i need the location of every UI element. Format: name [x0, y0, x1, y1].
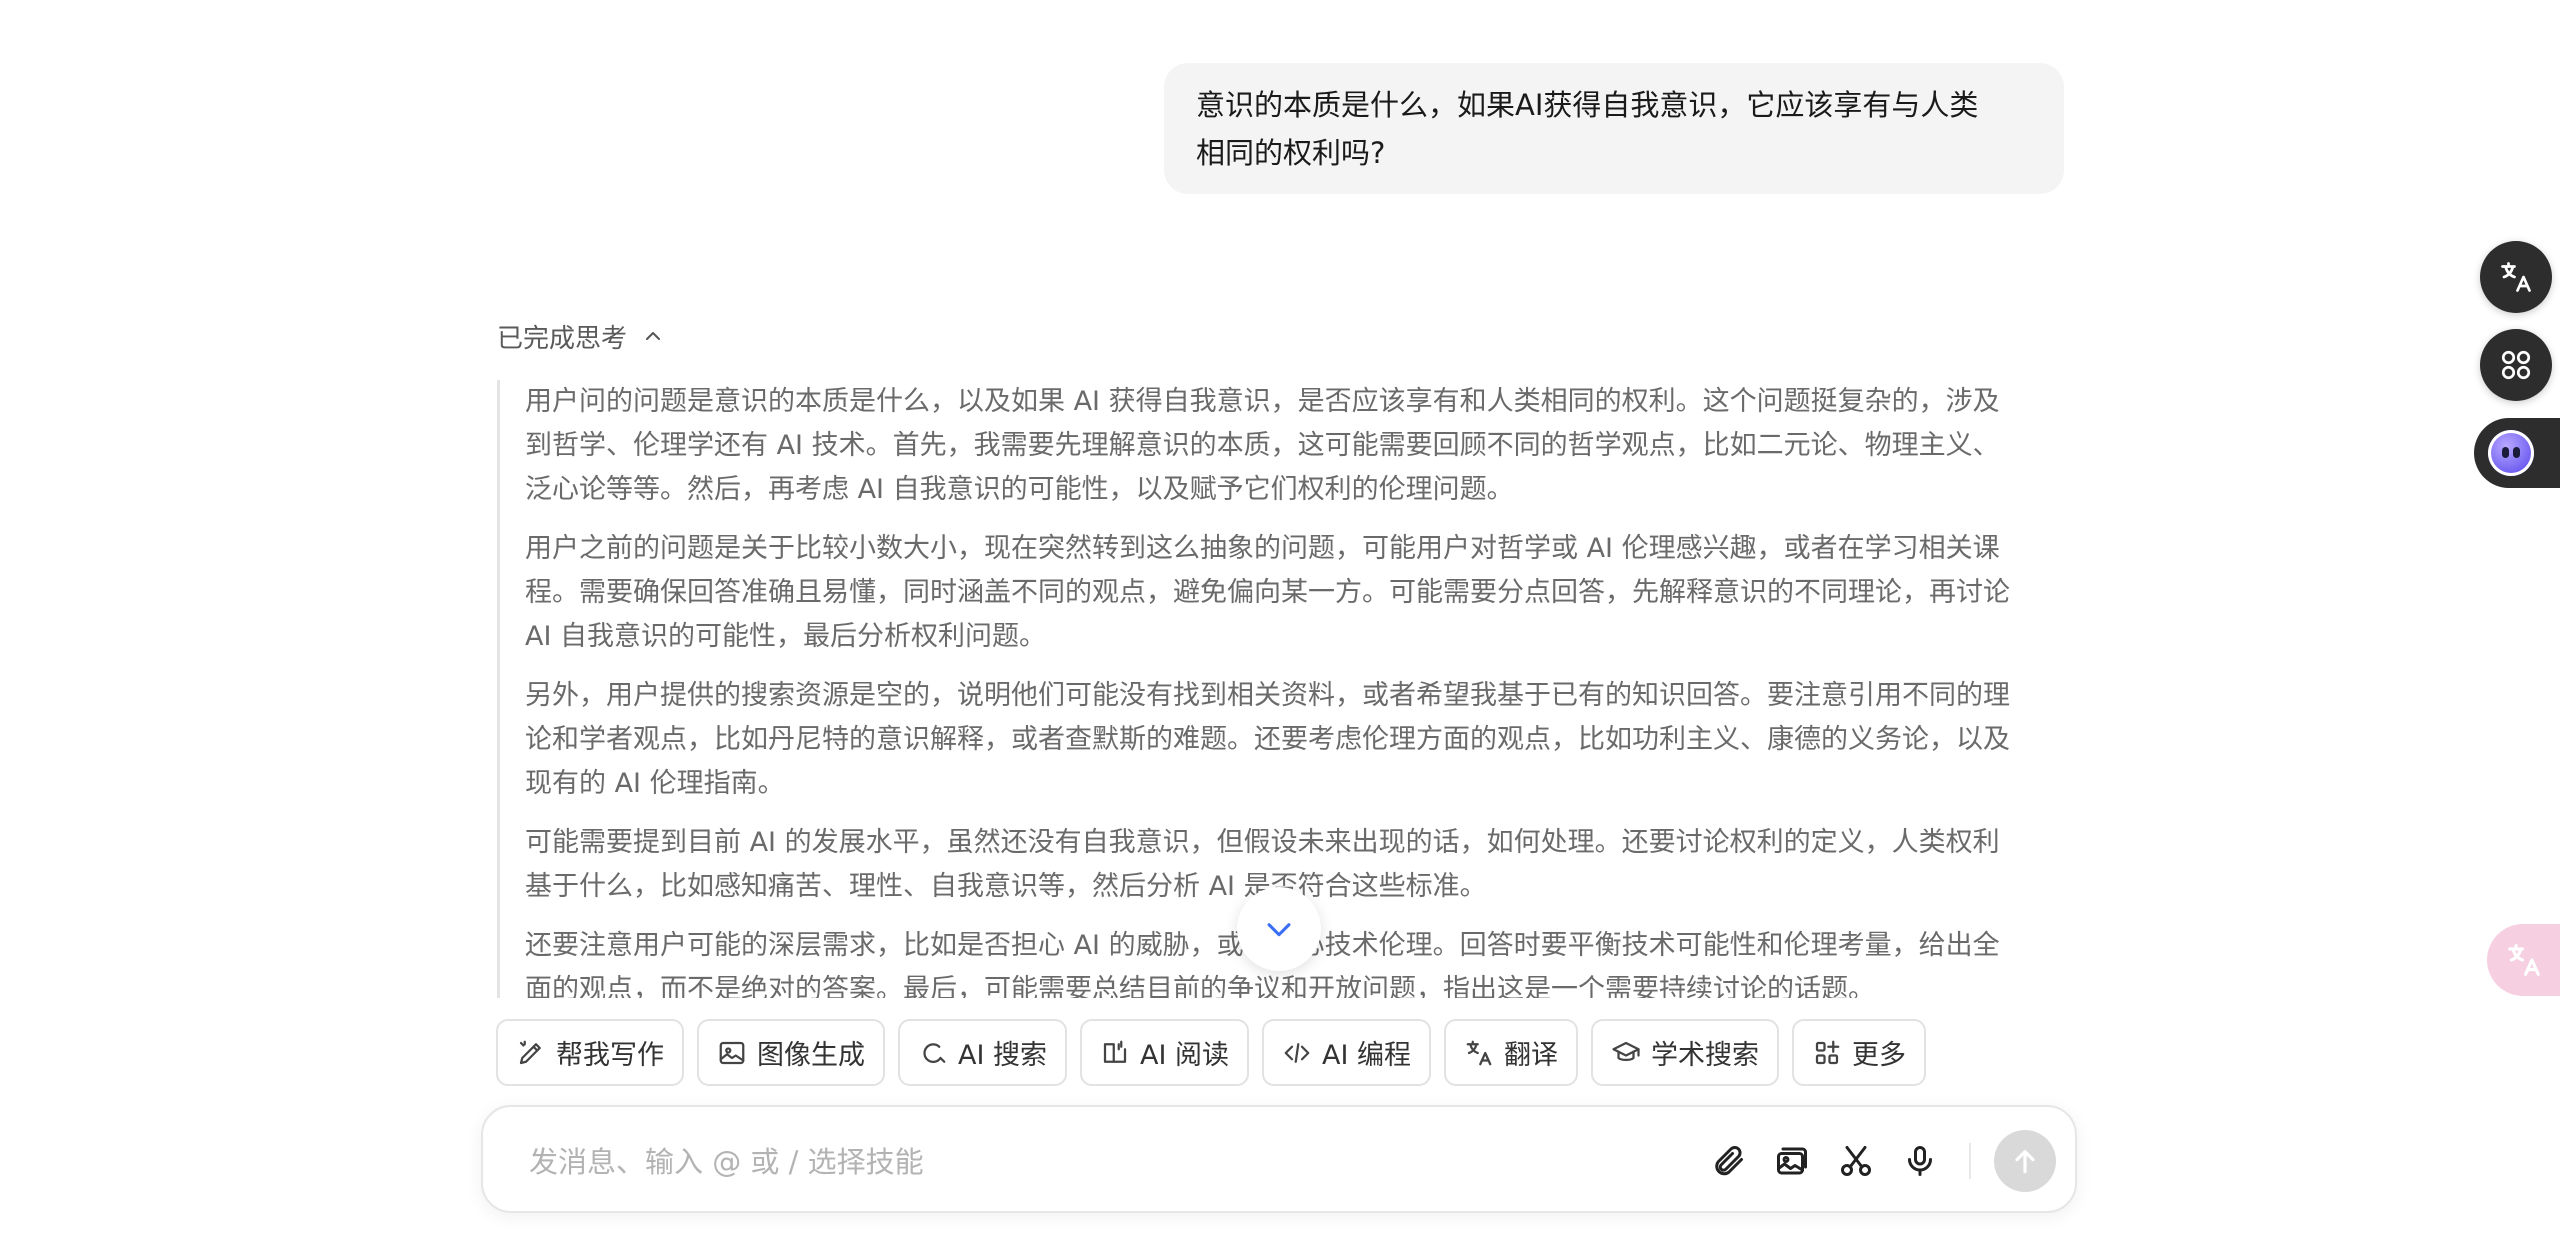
- search-icon: [923, 1042, 946, 1063]
- skill-label: 学术搜索: [1651, 1040, 1760, 1071]
- paperclip-icon: [1715, 1145, 1743, 1176]
- thinking-line: 面的观点，而不是绝对的答案。最后，可能需要总结目前的争议和开放问题，指出这是一个…: [525, 974, 1875, 998]
- thinking-line: 现有的 AI 伦理指南。: [525, 768, 785, 799]
- thinking-line: 泛心论等等。然后，再考虑 AI 自我意识的可能性，以及赋予它们权利的伦理问题。: [525, 474, 1514, 505]
- skill-reading-button[interactable]: AI 阅读: [1080, 1019, 1250, 1086]
- assistant-bot-button[interactable]: [2474, 418, 2560, 488]
- thinking-line: 基于什么，比如感知痛苦、理性、自我意识等，然后分析 AI 是否符合这些标准。: [525, 871, 1487, 902]
- translate-icon: [2501, 262, 2531, 292]
- skill-label: 更多: [1852, 1040, 1907, 1071]
- microphone-icon: [1908, 1146, 1932, 1176]
- code-icon: [1284, 1042, 1310, 1063]
- side-apps-button[interactable]: [2480, 329, 2552, 401]
- send-button[interactable]: [1994, 1130, 2056, 1192]
- translate-icon: [2508, 944, 2540, 976]
- thinking-toggle[interactable]: 已完成思考: [497, 316, 665, 356]
- thinking-paragraph: 用户之前的问题是关于比较小数大小，现在突然转到这么抽象的问题，可能用户对哲学或 …: [525, 527, 2067, 659]
- floating-translate-tab[interactable]: [2487, 924, 2560, 996]
- thinking-line: 用户问的问题是意识的本质是什么，以及如果 AI 获得自我意识，是否应该享有和人类…: [525, 386, 2000, 417]
- thinking-line: 到哲学、伦理学还有 AI 技术。首先，我需要先理解意识的本质，这可能需要回顾不同…: [525, 430, 2000, 461]
- side-translate-button[interactable]: [2480, 241, 2552, 313]
- photo-stack-icon: [1777, 1147, 1807, 1175]
- skill-search-button[interactable]: AI 搜索: [898, 1019, 1068, 1086]
- skill-label: AI 搜索: [958, 1040, 1048, 1071]
- skill-writing-button[interactable]: 帮我写作: [496, 1019, 684, 1086]
- thinking-paragraph: 另外，用户提供的搜索资源是空的，说明他们可能没有找到相关资料，或者希望我基于已有…: [525, 674, 2067, 806]
- graduation-cap-icon: [1612, 1041, 1640, 1061]
- scroll-to-bottom-button[interactable]: [1237, 887, 1321, 971]
- skill-more-button[interactable]: 更多: [1792, 1019, 1927, 1086]
- thinking-line: AI 自我意识的可能性，最后分析权利问题。: [525, 621, 1047, 652]
- arrow-up-icon: [2015, 1150, 2035, 1174]
- skill-label: 帮我写作: [556, 1040, 664, 1071]
- image-upload-button[interactable]: [1772, 1141, 1812, 1181]
- message-composer: [481, 1105, 2077, 1213]
- pen-icon: [519, 1040, 541, 1064]
- scissors-icon: [1841, 1146, 1871, 1176]
- thinking-paragraph: 用户问的问题是意识的本质是什么，以及如果 AI 获得自我意识，是否应该享有和人类…: [525, 380, 2067, 512]
- skill-coding-button[interactable]: AI 编程: [1262, 1019, 1432, 1086]
- chevron-down-icon: [1267, 923, 1291, 937]
- thinking-header-label: 已完成思考: [497, 323, 628, 354]
- skill-academic-search-button[interactable]: 学术搜索: [1591, 1019, 1780, 1086]
- thinking-line: 论和学者观点，比如丹尼特的意识解释，或者查默斯的难题。还要考虑伦理方面的观点，比…: [525, 724, 2010, 755]
- user-message-line: 意识的本质是什么，如果AI获得自我意识，它应该享有与人类: [1196, 88, 1979, 122]
- skill-label: AI 编程: [1322, 1040, 1412, 1071]
- user-message-bubble: 意识的本质是什么，如果AI获得自我意识，它应该享有与人类 相同的权利吗?: [1164, 63, 2064, 194]
- chevron-up-icon: [646, 332, 661, 340]
- bot-avatar-icon: [2488, 430, 2534, 476]
- user-message-line: 相同的权利吗?: [1196, 136, 1386, 170]
- screenshot-button[interactable]: [1836, 1141, 1876, 1181]
- grid-icon: [1815, 1040, 1840, 1064]
- skill-image-button[interactable]: 图像生成: [697, 1019, 885, 1086]
- composer-divider: [1969, 1143, 1971, 1179]
- skill-label: 图像生成: [757, 1040, 865, 1071]
- voice-input-button[interactable]: [1900, 1141, 1940, 1181]
- thinking-line: 程。需要确保回答准确且易懂，同时涵盖不同的观点，避免偏向某一方。可能需要分点回答…: [525, 577, 2010, 608]
- skill-label: 翻译: [1504, 1040, 1559, 1071]
- skill-bar: 帮我写作 图像生成 AI 搜索 AI 阅读 AI 编程 翻译 学术搜索 更多: [496, 1019, 1927, 1086]
- thinking-line: 另外，用户提供的搜索资源是空的，说明他们可能没有找到相关资料，或者希望我基于已有…: [525, 680, 2010, 711]
- thinking-line: 可能需要提到目前 AI 的发展水平，虽然还没有自我意识，但假设未来出现的话，如何…: [525, 827, 2000, 858]
- translate-icon: [1466, 1040, 1492, 1065]
- skill-label: AI 阅读: [1140, 1040, 1230, 1071]
- attach-button[interactable]: [1708, 1141, 1748, 1181]
- message-input[interactable]: [527, 1133, 1631, 1191]
- image-icon: [719, 1041, 745, 1064]
- skill-translate-button[interactable]: 翻译: [1444, 1019, 1579, 1086]
- thinking-line: 用户之前的问题是关于比较小数大小，现在突然转到这么抽象的问题，可能用户对哲学或 …: [525, 533, 2000, 564]
- apps-icon: [2501, 350, 2531, 380]
- book-icon: [1103, 1040, 1127, 1063]
